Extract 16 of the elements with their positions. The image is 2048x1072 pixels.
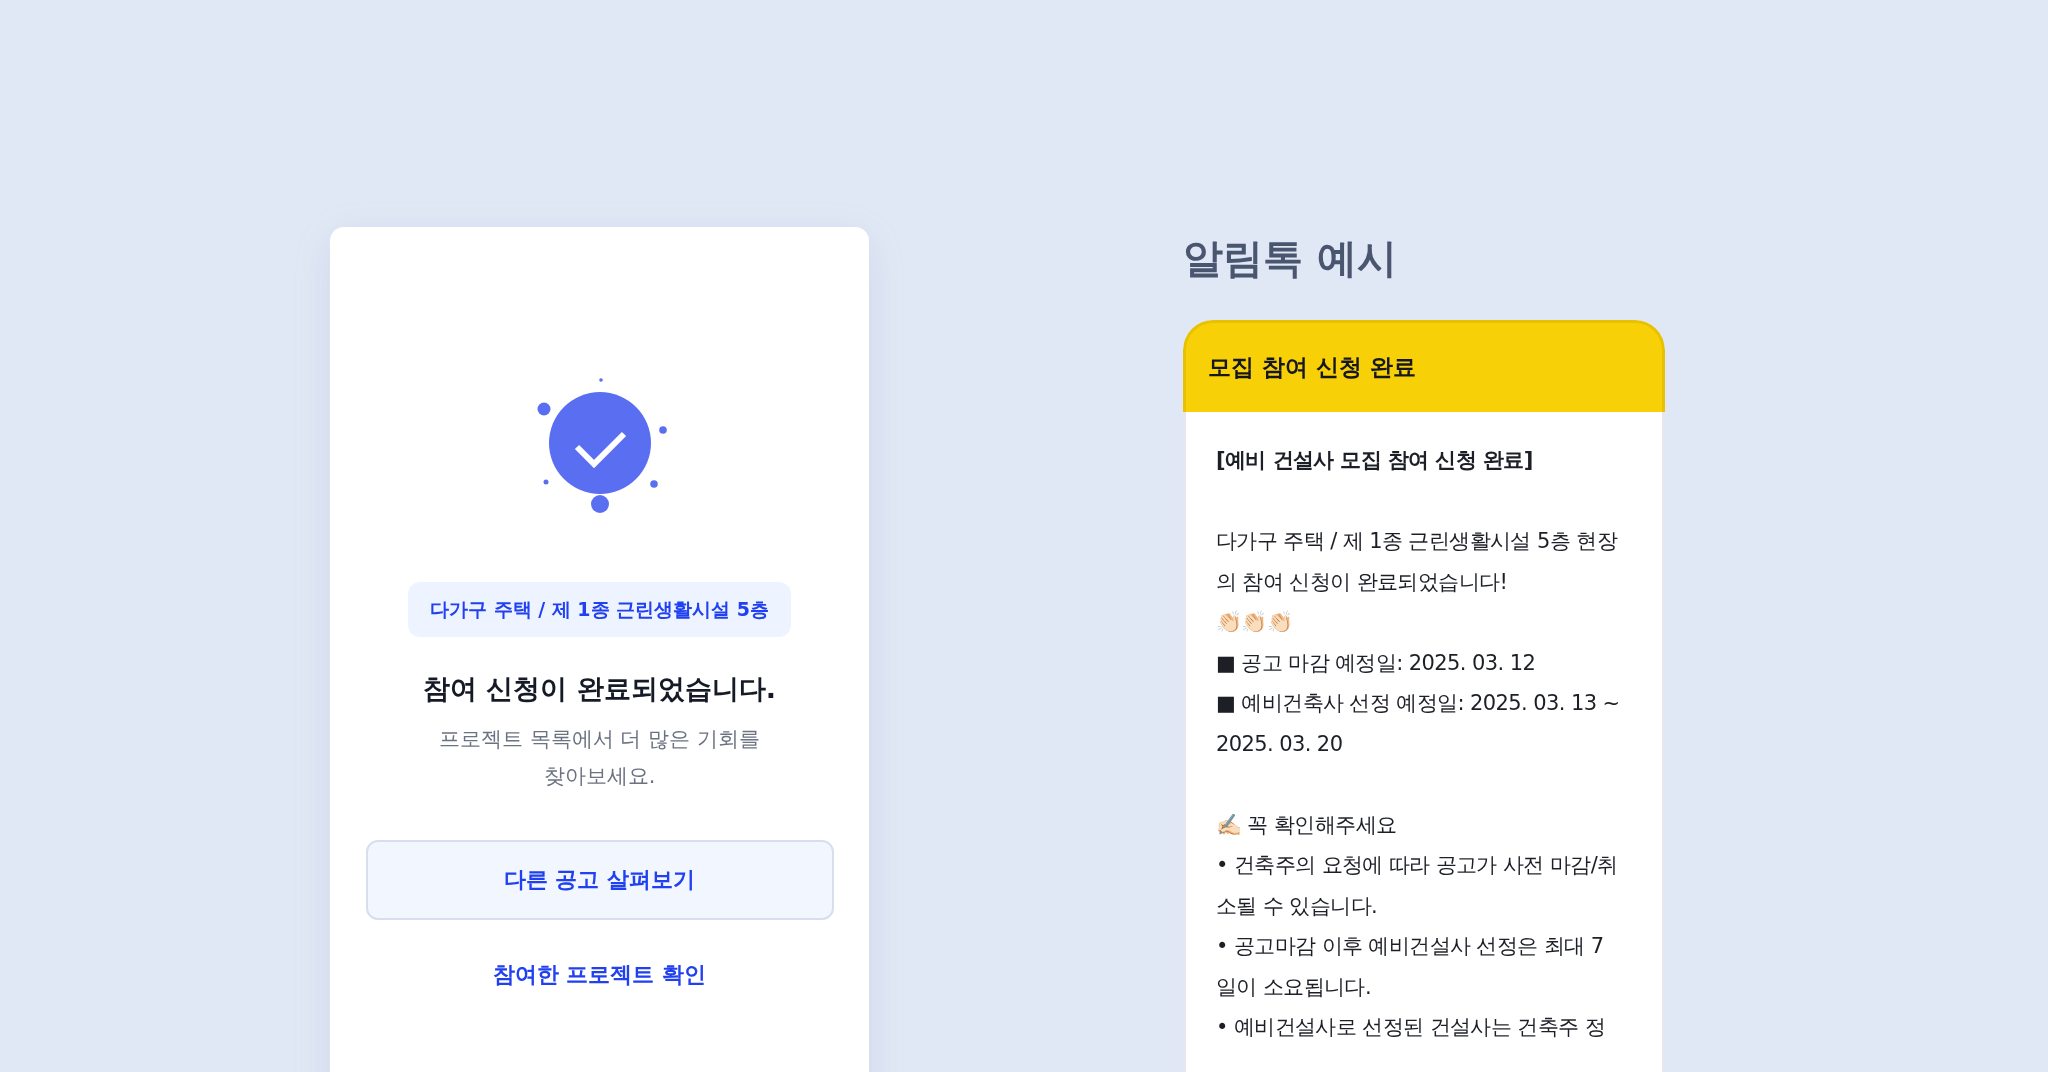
- message-text: • 예비건설사로 선정된 건설사는 건축주 정: [1216, 1014, 1606, 1041]
- message-text: 다가구 주택 / 제 1종 근린생활시설 5층 현장 의 참여 신청이 완료되었습니다!: [1216, 528, 1619, 596]
- message-text: • 건축주의 요청에 따라 공고가 사전 마감/취 소될 수 있습니다.: [1216, 852, 1619, 920]
- message-header: 모집 참여 신청 완료: [1183, 320, 1665, 412]
- message-title: [예비 건설사 모집 참여 신청 완료]: [1216, 447, 1534, 474]
- section-heading: 알림톡 예시: [1183, 234, 1398, 282]
- message-text: ■ 공고 마감 예정일: 2025. 03. 12: [1216, 649, 1537, 677]
- project-tag: 다가구 주택 / 제 1종 근린생활시설 5층: [407, 582, 792, 637]
- joined-projects-link[interactable]: 참여한 프로젝트 확인: [492, 957, 707, 991]
- completion-subtitle: 프로젝트 목록에서 더 많은 기회를 찾아보세요.: [438, 726, 761, 790]
- browse-listings-button[interactable]: 다른 공고 살펴보기: [365, 839, 834, 920]
- completion-title: 참여 신청이 완료되었습니다.: [422, 671, 777, 706]
- message-text: • 공고마감 이후 예비건설사 선정은 최대 7 일이 소요됩니다.: [1216, 933, 1605, 1001]
- message-text: 👏🏻👏🏻👏🏻: [1216, 609, 1294, 636]
- message-text: ✍🏻 꼭 확인해주세요: [1216, 811, 1398, 839]
- message-text: ■ 예비건축사 선정 예정일: 2025. 03. 13 ~ 2025. 03. 20: [1216, 690, 1621, 758]
